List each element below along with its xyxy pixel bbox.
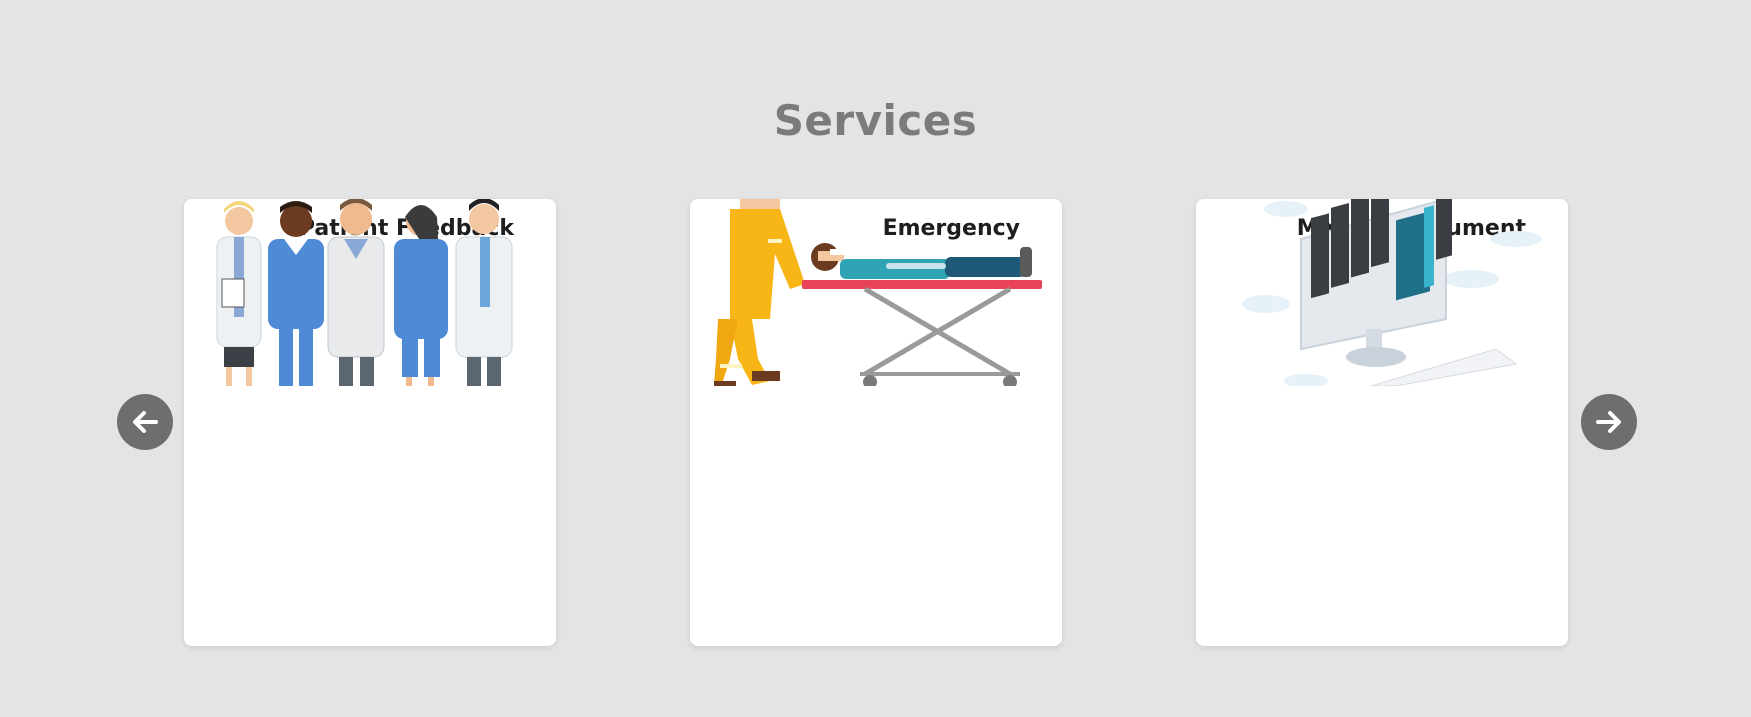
section-title: Services — [773, 96, 978, 145]
service-card-medical-document[interactable]: Medical Document — [1196, 199, 1568, 646]
service-card-patient-feedback[interactable]: Patient Feedback — [184, 199, 556, 646]
service-card-emergency[interactable]: Emergency — [690, 199, 1062, 646]
arrow-left-icon — [133, 411, 158, 433]
medical-staff-illustration — [184, 199, 556, 386]
carousel-prev-button[interactable] — [117, 394, 173, 450]
card-title: Emergency — [882, 216, 1020, 241]
document-archive-illustration — [1196, 199, 1568, 386]
arrow-right-icon — [1596, 411, 1621, 433]
carousel-next-button[interactable] — [1581, 394, 1637, 450]
